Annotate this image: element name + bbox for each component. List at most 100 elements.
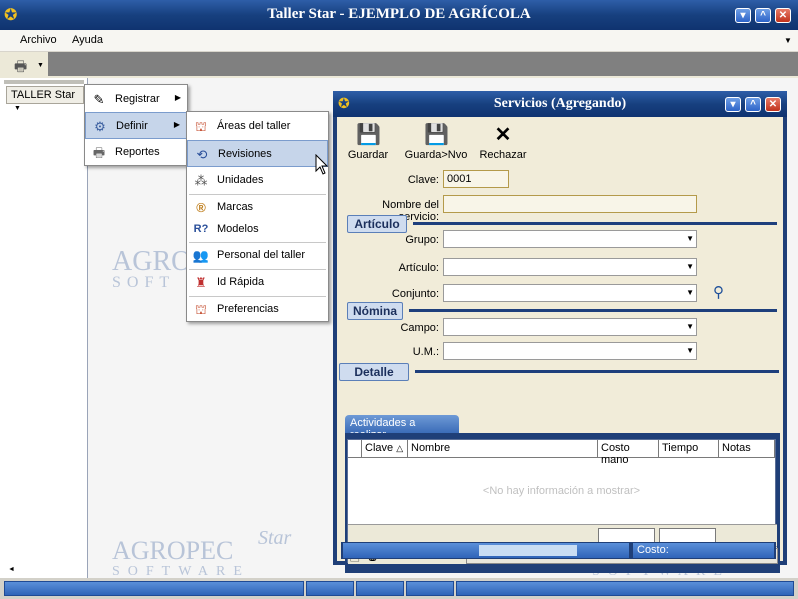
progress-fill xyxy=(479,545,577,556)
col-clave-label: Clave xyxy=(365,442,394,454)
marcas-label: Marcas xyxy=(217,201,254,213)
section-nomina-line xyxy=(409,309,777,312)
watermark-star: Star xyxy=(258,527,292,549)
modelos-label: Modelos xyxy=(217,223,259,235)
definir-label: Definir xyxy=(116,120,148,132)
section-nomina: Nómina xyxy=(347,302,403,320)
registrar-label: Registrar xyxy=(115,93,160,105)
col-notas[interactable]: Notas xyxy=(719,440,775,458)
status-segment-1 xyxy=(4,581,304,596)
mouse-cursor-icon xyxy=(315,154,329,175)
status-segment-5 xyxy=(456,581,794,596)
taller-menu: ✎ Registrar ▶ ⚙ Definir ▶ 🖶 Reportes xyxy=(84,84,188,166)
unidades-label: Unidades xyxy=(217,174,264,186)
menu-ayuda[interactable]: Ayuda xyxy=(72,34,103,46)
taller-star-button[interactable]: TALLER Star ▼ xyxy=(6,86,84,112)
chevron-down-icon: ▼ xyxy=(686,288,694,297)
menu-bar: Archivo Ayuda ▼ xyxy=(0,30,798,52)
pencil-icon: ✎ xyxy=(93,92,105,107)
taller-star-label: TALLER Star xyxy=(11,89,75,101)
menu-item-modelos[interactable]: R? Modelos xyxy=(187,216,328,243)
reportes-label: Reportes xyxy=(115,146,160,158)
id-rapida-label: Id Rápida xyxy=(217,276,265,288)
articulo-combo[interactable]: ▼ xyxy=(443,258,697,276)
left-panel xyxy=(0,78,88,578)
definir-submenu: ⛫ Áreas del taller ⟲ Revisiones ⁂ Unidad… xyxy=(186,111,329,322)
dialog-title-bar: ✪ Servicios (Agregando) ▾ ^ ✕ xyxy=(333,91,787,117)
chevron-down-icon: ▼ xyxy=(686,234,694,243)
menu-item-revisiones[interactable]: ⟲ Revisiones xyxy=(187,140,328,167)
dialog-restore-button[interactable]: ^ xyxy=(745,97,761,112)
costo-label: Costo: xyxy=(637,544,669,556)
nombre-servicio-field[interactable] xyxy=(443,195,697,213)
empty-message: <No hay información a mostrar> xyxy=(482,485,641,497)
main-title-bar: ✪ Taller Star - EJEMPLO DE AGRÍCOLA ▾ ^ … xyxy=(0,0,798,30)
status-segment-3 xyxy=(356,581,404,596)
preferences-icon: ⛫ xyxy=(195,302,207,317)
watermark-agropec: AGROPEC xyxy=(112,536,234,565)
menu-item-personal[interactable]: 👥 Personal del taller xyxy=(187,242,328,269)
revisions-icon: ⟲ xyxy=(196,147,208,162)
costo-status: Costo: xyxy=(633,543,774,558)
reject-label: Rechazar xyxy=(479,149,527,161)
dialog-minimize-button[interactable]: ▾ xyxy=(725,97,741,112)
dialog-body: 💾 Guardar 💾 Guarda>Nvo ✕ Rechazar Clave:… xyxy=(337,117,783,573)
grupo-combo[interactable]: ▼ xyxy=(443,230,697,248)
reject-button[interactable]: ✕ Rechazar xyxy=(477,123,529,161)
printer-icon: 🖶 xyxy=(92,145,106,160)
left-panel-header xyxy=(4,80,84,84)
articulo-label: Artículo: xyxy=(398,262,439,274)
close-button[interactable]: ✕ xyxy=(775,8,791,23)
staff-icon: 👥 xyxy=(192,248,210,263)
search-icon[interactable]: ⚲ xyxy=(713,283,724,301)
col-tiempo[interactable]: Tiempo xyxy=(659,440,719,458)
grid-corner xyxy=(348,440,362,458)
clave-field[interactable]: 0001 xyxy=(443,170,509,188)
menu-item-reportes[interactable]: 🖶 Reportes xyxy=(85,139,187,166)
toolbar-area xyxy=(48,52,798,76)
dialog-close-button[interactable]: ✕ xyxy=(765,97,781,112)
menu-item-definir[interactable]: ⚙ Definir ▶ xyxy=(85,112,187,139)
chevron-down-icon: ▼ xyxy=(686,322,694,331)
watermark-soft: SOFT xyxy=(112,274,176,291)
minimize-button[interactable]: ▾ xyxy=(735,8,751,23)
menu-item-id-rapida[interactable]: ♜ Id Rápida xyxy=(187,269,328,296)
brands-icon: ® xyxy=(196,200,206,215)
main-window-title: Taller Star - EJEMPLO DE AGRÍCOLA xyxy=(267,6,531,22)
personal-label: Personal del taller xyxy=(217,249,306,261)
col-costo-mano[interactable]: Costo mano xyxy=(598,440,659,466)
clave-label: Clave: xyxy=(407,174,439,186)
areas-icon: ⛫ xyxy=(195,119,207,134)
scroll-left-icon[interactable]: ◄ xyxy=(8,566,15,573)
menu-item-areas[interactable]: ⛫ Áreas del taller xyxy=(187,113,328,140)
um-label: U.M.: xyxy=(412,346,439,358)
models-icon: R? xyxy=(193,223,209,235)
preferencias-label: Preferencias xyxy=(217,303,279,315)
section-detalle-line xyxy=(415,370,779,373)
menu-archivo[interactable]: Archivo xyxy=(20,34,57,46)
dropdown-arrow-icon[interactable]: ▼ xyxy=(37,62,44,69)
menu-item-preferencias[interactable]: ⛫ Preferencias xyxy=(187,296,328,323)
areas-label: Áreas del taller xyxy=(217,120,291,132)
submenu-arrow-icon: ▶ xyxy=(174,93,181,102)
revisiones-label: Revisiones xyxy=(218,148,272,160)
conjunto-combo[interactable]: ▼ xyxy=(443,284,697,302)
menu-item-unidades[interactable]: ⁂ Unidades xyxy=(187,167,328,194)
grupo-label: Grupo: xyxy=(405,234,439,246)
tab-actividades[interactable]: Actividades a realizar xyxy=(345,415,459,441)
col-clave[interactable]: Clave △ xyxy=(362,440,408,458)
um-combo[interactable]: ▼ xyxy=(443,342,697,360)
save-new-button[interactable]: 💾 Guarda>Nvo xyxy=(403,123,469,161)
printer-icon[interactable]: 🖶 xyxy=(14,56,27,80)
servicios-dialog: ✪ Servicios (Agregando) ▾ ^ ✕ 💾 Guardar … xyxy=(333,91,787,573)
col-nombre[interactable]: Nombre xyxy=(408,440,598,458)
menu-item-registrar[interactable]: ✎ Registrar ▶ xyxy=(85,86,187,113)
chevron-down-icon: ▼ xyxy=(686,262,694,271)
restore-button[interactable]: ^ xyxy=(755,8,771,23)
save-button[interactable]: 💾 Guardar xyxy=(345,123,391,161)
floppy-disk-icon: 💾 xyxy=(356,124,381,146)
campo-combo[interactable]: ▼ xyxy=(443,318,697,336)
dialog-title: Servicios (Agregando) xyxy=(493,96,627,111)
save-new-label: Guarda>Nvo xyxy=(404,149,468,161)
chevron-down-icon[interactable]: ▼ xyxy=(784,36,792,45)
